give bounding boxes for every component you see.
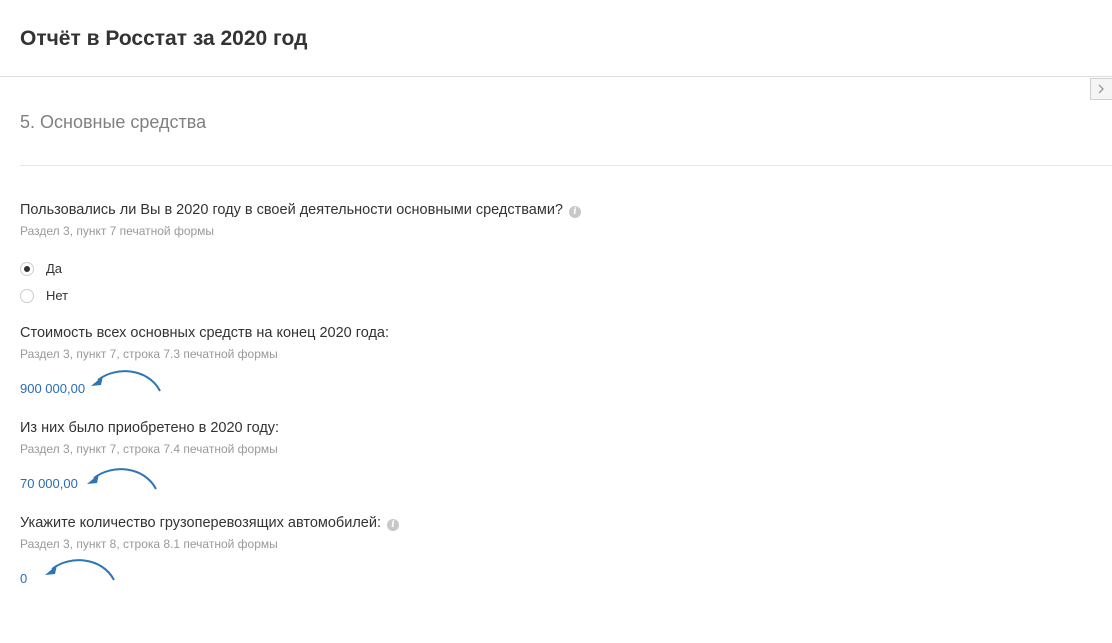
total-cost-value-link[interactable]: 900 000,00 bbox=[20, 381, 85, 396]
radio-label: Нет bbox=[46, 288, 69, 303]
page-title: Отчёт в Росстат за 2020 год bbox=[20, 27, 308, 50]
annotation-arrow-icon bbox=[45, 559, 115, 581]
question-hint: Раздел 3, пункт 7 печатной формы bbox=[20, 224, 215, 238]
radio-label: Да bbox=[46, 261, 63, 276]
chevron-right-icon bbox=[1098, 84, 1104, 94]
info-icon[interactable]: i bbox=[386, 519, 399, 531]
info-icon[interactable]: i bbox=[569, 206, 581, 218]
question-hint: Раздел 3, пункт 7, строка 7.4 печатной ф… bbox=[20, 442, 278, 456]
question-label-purchased: Из них было приобретено в 2020 году: bbox=[20, 420, 280, 436]
side-panel-toggle-button[interactable] bbox=[1090, 78, 1112, 100]
radio-button[interactable] bbox=[20, 289, 34, 303]
question-text: Укажите количество грузоперевозящих авто… bbox=[20, 515, 381, 531]
section-title: 5. Основные средства bbox=[20, 112, 207, 132]
annotation-arrow-icon bbox=[91, 370, 161, 392]
purchased-value-link[interactable]: 70 000,00 bbox=[20, 476, 78, 491]
question-text: Пользовались ли Вы в 2020 году в своей д… bbox=[20, 202, 563, 218]
question-label-total-cost: Стоимость всех основных средств на конец… bbox=[20, 325, 390, 341]
question-label-trucks-count: Укажите количество грузоперевозящих авто… bbox=[20, 515, 399, 531]
question-label-uses-fixed-assets: Пользовались ли Вы в 2020 году в своей д… bbox=[20, 202, 581, 218]
header: Отчёт в Росстат за 2020 год bbox=[0, 0, 1112, 77]
question-hint: Раздел 3, пункт 8, строка 8.1 печатной ф… bbox=[20, 537, 278, 551]
section-divider bbox=[20, 165, 1112, 166]
annotation-arrow-icon bbox=[87, 468, 157, 490]
trucks-count-value-link[interactable]: 0 bbox=[20, 571, 27, 586]
question-hint: Раздел 3, пункт 7, строка 7.3 печатной ф… bbox=[20, 347, 278, 361]
radio-button-checked[interactable] bbox=[20, 262, 34, 276]
